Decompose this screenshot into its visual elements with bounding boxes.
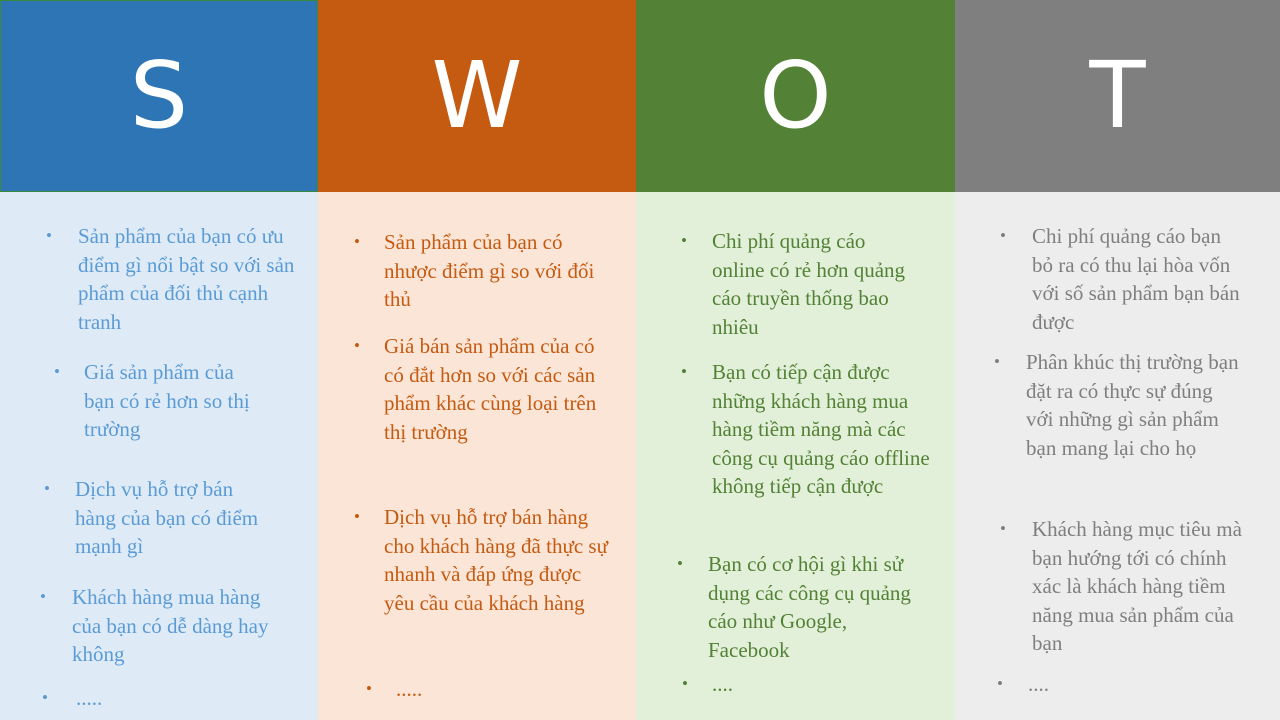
bullet-icon: • xyxy=(44,479,50,498)
bullet-icon: • xyxy=(681,231,687,250)
swot-slide: S • Sản phẩm của bạn có ưu điểm gì nổi b… xyxy=(0,0,1280,720)
threats-body: • Chi phí quảng cáo bạn bỏ ra có thu lại… xyxy=(955,192,1280,720)
bullet-icon: • xyxy=(1000,519,1006,538)
bullet-icon: • xyxy=(40,587,46,606)
weaknesses-column: W • Sản phẩm của bạn có nhược điểm gì so… xyxy=(318,0,636,720)
strength-item-5: ..... xyxy=(76,686,103,710)
opportunity-item-4: .... xyxy=(712,672,733,696)
strength-item-4: Khách hàng mua hàng của bạn có dễ dàng h… xyxy=(72,585,269,666)
bullet-icon: • xyxy=(354,507,360,526)
bullet-icon: • xyxy=(54,362,60,381)
weaknesses-body: • Sản phẩm của bạn có nhược điểm gì so v… xyxy=(318,192,636,720)
bullet-icon: • xyxy=(46,226,52,245)
threats-column: T • Chi phí quảng cáo bạn bỏ ra có thu l… xyxy=(955,0,1280,720)
strength-item-3: Dịch vụ hỗ trợ bán hàng của bạn có điểm … xyxy=(75,477,259,558)
bullet-icon: • xyxy=(994,352,1000,371)
opportunities-column: O • Chi phí quảng cáo online có rẻ hơn q… xyxy=(636,0,955,720)
strengths-header: S xyxy=(0,0,318,192)
weakness-item-2: Giá bán sản phẩm của có có đắt hơn so vớ… xyxy=(384,334,597,444)
weaknesses-header: W xyxy=(318,0,636,192)
threats-header: T xyxy=(955,0,1280,192)
bullet-icon: • xyxy=(997,674,1003,693)
bullet-icon: • xyxy=(682,674,688,693)
opportunity-item-2: Bạn có tiếp cận được những khách hàng mu… xyxy=(712,360,930,498)
opportunity-item-3: Bạn có cơ hội gì khi sử dụng các công cụ… xyxy=(708,552,911,662)
bullet-icon: • xyxy=(366,679,372,698)
bullet-icon: • xyxy=(681,362,687,381)
threat-item-4: .... xyxy=(1028,672,1049,696)
weakness-item-1: Sản phẩm của bạn có nhược điểm gì so với… xyxy=(384,230,595,311)
strengths-column: S • Sản phẩm của bạn có ưu điểm gì nổi b… xyxy=(0,0,318,720)
strength-item-1: Sản phẩm của bạn có ưu điểm gì nổi bật s… xyxy=(78,224,295,334)
strength-item-2: Giá sản phẩm của bạn có rẻ hơn so thị tr… xyxy=(84,360,250,441)
strengths-body: • Sản phẩm của bạn có ưu điểm gì nổi bật… xyxy=(0,192,318,720)
bullet-icon: • xyxy=(354,232,360,251)
threat-item-2: Phân khúc thị trường bạn đặt ra có thực … xyxy=(1026,350,1239,460)
threat-item-1: Chi phí quảng cáo bạn bỏ ra có thu lại h… xyxy=(1032,224,1240,334)
weakness-item-4: ..... xyxy=(396,677,423,701)
bullet-icon: • xyxy=(354,336,360,355)
bullet-icon: • xyxy=(1000,226,1006,245)
weakness-item-3: Dịch vụ hỗ trợ bán hàng cho khách hàng đ… xyxy=(384,505,608,615)
bullet-icon: • xyxy=(42,688,48,707)
threat-item-3: Khách hàng mục tiêu mà bạn hướng tới có … xyxy=(1032,517,1242,655)
opportunities-header: O xyxy=(636,0,955,192)
opportunities-body: • Chi phí quảng cáo online có rẻ hơn quả… xyxy=(636,192,955,720)
bullet-icon: • xyxy=(677,554,683,573)
opportunity-item-1: Chi phí quảng cáo online có rẻ hơn quảng… xyxy=(712,229,906,339)
